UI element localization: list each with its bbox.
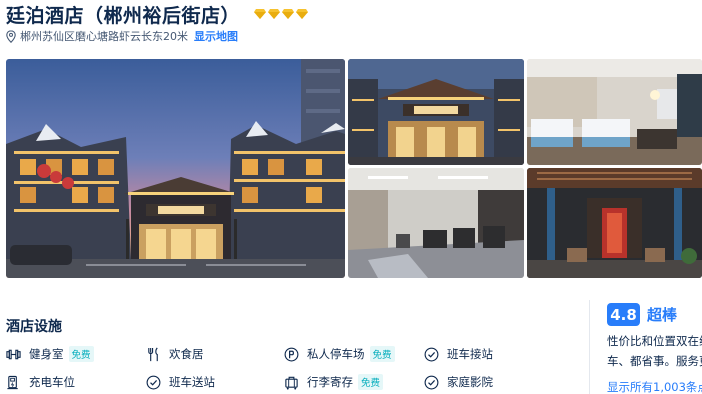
photo-lobby[interactable] [527, 168, 702, 278]
facility-label: 充电车位 [29, 375, 75, 389]
free-badge: 免费 [358, 374, 384, 390]
photo-gym[interactable] [348, 168, 524, 278]
check-circle-icon [424, 347, 439, 361]
photo-hotel-exterior[interactable] [6, 59, 345, 278]
diamond-rating [254, 9, 309, 19]
facility-label: 班车送站 [169, 375, 215, 389]
fork-knife-icon [148, 347, 158, 361]
ev-charger-icon [7, 375, 18, 389]
photo-hotel-entrance[interactable] [348, 59, 524, 165]
facility-item-luggage: 行李寄存 免费 [284, 373, 384, 391]
gym-image [348, 168, 524, 278]
show-map-link[interactable]: 显示地图 [194, 28, 238, 44]
facility-label: 健身室 [29, 347, 64, 361]
diamond-icon [254, 9, 267, 19]
address-text: 郴州苏仙区磨心塘路虾云长东20米 [20, 30, 188, 43]
facility-item-ev-charging: 充电车位 [6, 373, 75, 391]
facility-item-parking: 私人停车场 免费 [284, 345, 395, 363]
facility-label: 行李寄存 [307, 375, 353, 389]
luggage-icon [285, 376, 298, 390]
facility-item-dining: 欢食居 [146, 345, 204, 363]
facility-label: 欢食居 [169, 347, 204, 361]
review-snippet-line1: 性价比和位置双在线 [607, 334, 702, 348]
section-divider [589, 300, 590, 394]
facility-item-gym: 健身室 免费 [6, 345, 94, 363]
facilities-title: 酒店设施 [6, 319, 62, 335]
photo-gallery [6, 59, 702, 278]
diamond-icon [282, 9, 295, 19]
hotel-name: 廷泊酒店（郴州裕后街店） [6, 4, 241, 27]
facility-item-home-theater: 家庭影院 [424, 373, 493, 391]
free-badge: 免费 [369, 346, 395, 362]
diamond-icon [296, 9, 309, 19]
hotel-exterior-image [6, 59, 345, 278]
twin-room-image [527, 59, 702, 165]
facility-label: 家庭影院 [447, 375, 493, 389]
lobby-image [527, 168, 702, 278]
dumbbell-icon [6, 349, 21, 359]
check-circle-icon [424, 375, 439, 389]
hotel-title-row: 廷泊酒店（郴州裕后街店） [6, 2, 309, 27]
facility-item-shuttle-dropoff: 班车送站 [146, 373, 215, 391]
score-label: 超棒 [647, 306, 678, 324]
free-badge: 免费 [68, 346, 94, 362]
facility-item-shuttle-pickup: 班车接站 [424, 345, 493, 363]
review-snippet-line2: 车、都省事。服务更 [607, 354, 702, 368]
location-pin-icon [6, 29, 16, 43]
facility-label: 私人停车场 [307, 347, 365, 361]
all-reviews-link[interactable]: 显示所有1,003条点评 [607, 379, 702, 394]
address-row: 郴州苏仙区磨心塘路虾云长东20米 显示地图 [6, 28, 238, 44]
check-circle-icon [146, 375, 161, 389]
facility-label: 班车接站 [447, 347, 493, 361]
score-badge: 4.8 [607, 303, 640, 326]
photo-twin-room[interactable] [527, 59, 702, 165]
parking-icon [284, 347, 299, 361]
rating-summary[interactable]: 4.8 超棒 [607, 303, 677, 326]
hotel-entrance-image [348, 59, 524, 165]
diamond-icon [268, 9, 281, 19]
